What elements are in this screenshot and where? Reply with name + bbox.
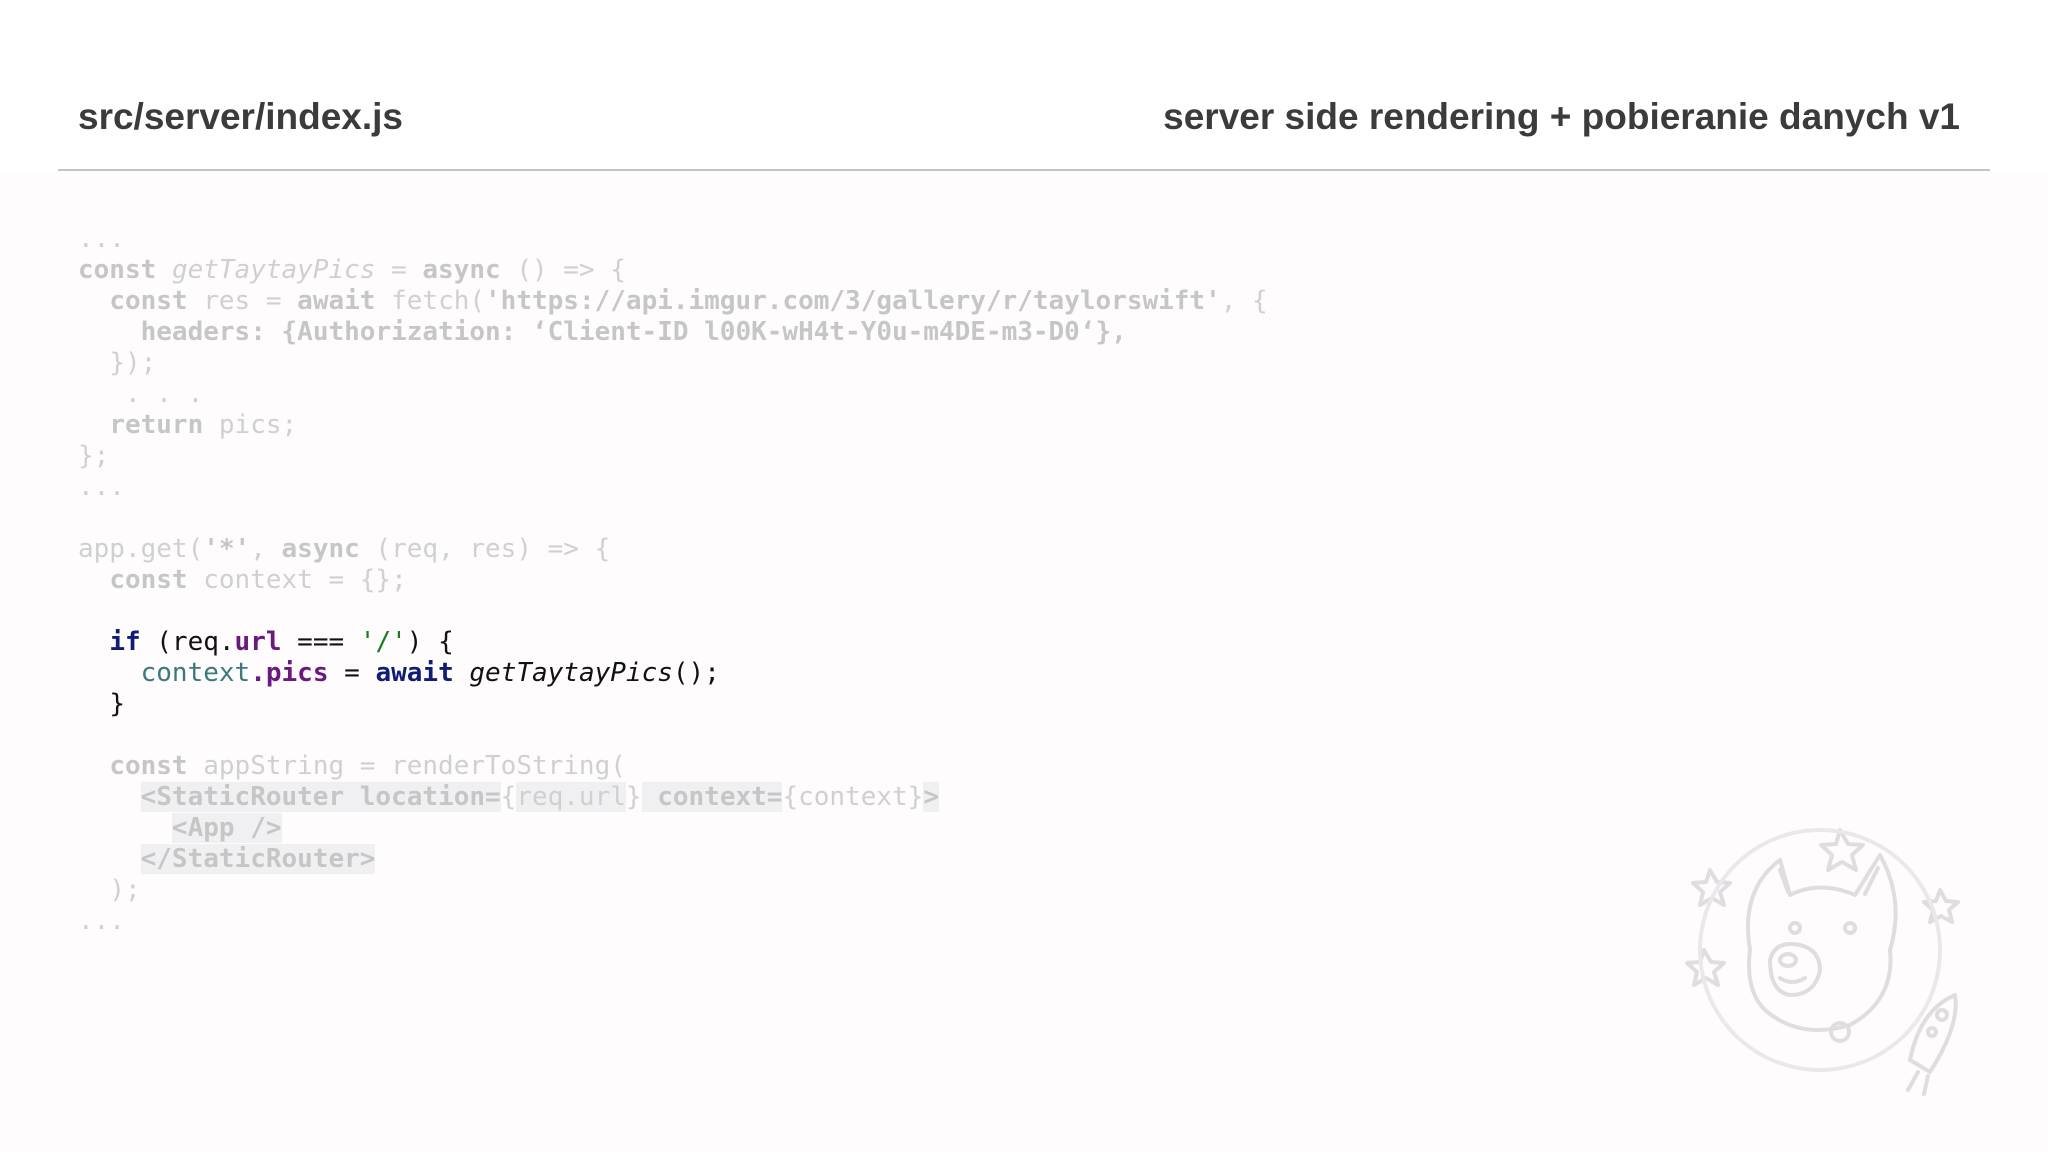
code-line: ... <box>78 224 125 254</box>
code-line: <App /> <box>171 813 282 843</box>
file-path-title: src/server/index.js <box>78 96 403 137</box>
code-line-highlighted: if (req.url === '/') { <box>109 627 454 657</box>
code-line: ... <box>78 906 125 936</box>
code-line: headers: {Authorization: ‘Client-ID l00K… <box>140 317 1127 347</box>
code-line: ); <box>109 875 141 905</box>
code-line: }; <box>78 441 110 471</box>
code-line: const res = await fetch('https://api.img… <box>109 286 1268 316</box>
code-line: const getTaytayPics = async () => { <box>78 255 626 285</box>
code-line: const context = {}; <box>109 565 407 595</box>
code-line: }); <box>109 348 157 378</box>
code-line: const appString = renderToString( <box>109 751 626 781</box>
code-line: </StaticRouter> <box>140 844 376 874</box>
star-icon <box>1922 888 1960 924</box>
slide-header: src/server/index.js server side renderin… <box>78 92 1960 142</box>
code-line: ... <box>78 472 125 502</box>
slide-title: server side rendering + pobieranie danyc… <box>1163 96 1960 137</box>
code-line-highlighted: } <box>109 689 125 719</box>
doge-astronaut-icon <box>1685 828 1960 1096</box>
code-line: app.get('*', async (req, res) => { <box>78 534 611 564</box>
code-block: ... const getTaytayPics = async () => { c… <box>78 224 1268 937</box>
code-line-highlighted: context.pics = await getTaytayPics(); <box>140 658 720 688</box>
code-line: return pics; <box>109 410 298 440</box>
code-line: <StaticRouter location={req.url} context… <box>140 782 939 812</box>
code-line: . . . <box>124 379 204 409</box>
